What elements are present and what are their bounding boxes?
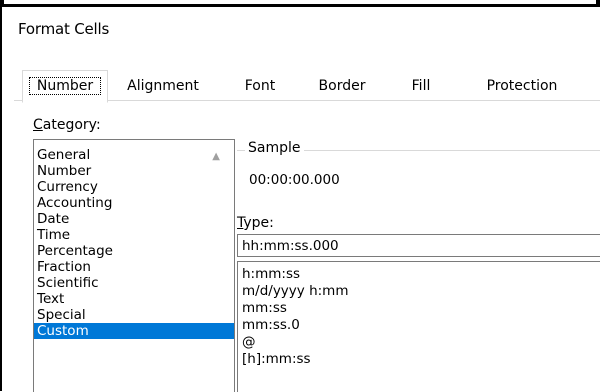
category-item-time[interactable]: Time	[34, 227, 234, 243]
window-border-left	[0, 0, 2, 391]
category-item-fraction[interactable]: Fraction	[34, 259, 234, 275]
type-option[interactable]: [h]:mm:ss	[238, 351, 600, 368]
type-option[interactable]: @	[238, 334, 600, 351]
dialog-title: Format Cells	[18, 20, 110, 38]
category-item-currency[interactable]: Currency	[34, 179, 234, 195]
sample-value: 00:00:00.000	[249, 172, 340, 188]
sample-label: Sample	[245, 140, 304, 156]
tab-number-label: Number	[36, 78, 94, 94]
tab-number[interactable]: Number	[22, 70, 108, 103]
tab-number-focus: Number	[29, 77, 101, 95]
category-label-text: ategory:	[42, 117, 101, 133]
type-label: Type:	[237, 215, 274, 231]
category-item-percentage[interactable]: Percentage	[34, 243, 234, 259]
window-border-inner	[4, 0, 596, 4]
category-item-general[interactable]: General	[34, 147, 234, 163]
category-item-custom[interactable]: Custom	[34, 323, 234, 339]
category-item-number[interactable]: Number	[34, 163, 234, 179]
type-option[interactable]: mm:ss	[238, 300, 600, 317]
type-option[interactable]: m/d/yyyy h:mm	[238, 283, 600, 300]
tab-alignment[interactable]: Alignment	[112, 73, 214, 100]
type-option[interactable]: mm:ss.0	[238, 317, 600, 334]
category-label: Category:	[33, 117, 101, 133]
tab-fill[interactable]: Fill	[391, 73, 451, 100]
category-item-date[interactable]: Date	[34, 211, 234, 227]
category-label-access-key: C	[33, 117, 43, 133]
tab-protection[interactable]: Protection	[464, 73, 580, 100]
type-input[interactable]: hh:mm:ss.000	[237, 234, 600, 257]
scroll-up-arrow-icon[interactable]: ▲	[212, 152, 220, 162]
type-option[interactable]: h:mm:ss	[238, 266, 600, 283]
type-format-list[interactable]: h:mm:ss m/d/yyyy h:mm mm:ss mm:ss.0 @ [h…	[237, 261, 600, 392]
category-item-scientific[interactable]: Scientific	[34, 275, 234, 291]
category-item-accounting[interactable]: Accounting	[34, 195, 234, 211]
tab-font[interactable]: Font	[225, 73, 295, 100]
type-label-text: ype:	[243, 215, 274, 231]
category-listbox[interactable]: General Number Currency Accounting Date …	[33, 139, 235, 392]
tab-border[interactable]: Border	[302, 73, 382, 100]
category-item-text[interactable]: Text	[34, 291, 234, 307]
category-item-special[interactable]: Special	[34, 307, 234, 323]
